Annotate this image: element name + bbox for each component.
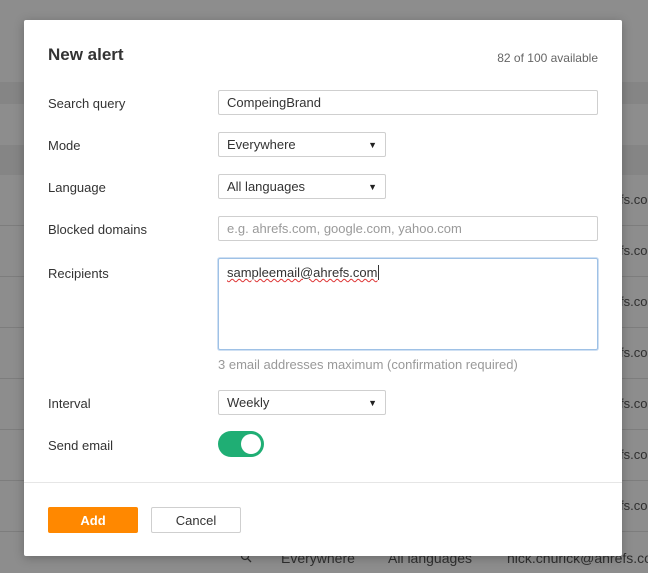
background-row-email: fs.com [620, 396, 648, 411]
background-row-email: fs.com [620, 243, 648, 258]
search-query-label: Search query [48, 96, 126, 111]
mode-selected-value: Everywhere [227, 137, 296, 152]
interval-selected-value: Weekly [227, 395, 270, 410]
text-cursor [378, 265, 380, 280]
alerts-availability: 82 of 100 available [497, 51, 598, 65]
background-row-email: fs.com [620, 192, 648, 207]
language-label: Language [48, 180, 106, 195]
new-alert-dialog: New alert 82 of 100 available Search que… [24, 20, 622, 556]
recipient-email-text: sampleemail@ahrefs.com [227, 265, 378, 280]
search-query-input[interactable]: CompeingBrand [218, 90, 598, 115]
interval-select[interactable]: Weekly ▼ [218, 390, 386, 415]
blocked-domains-input[interactable]: e.g. ahrefs.com, google.com, yahoo.com [218, 216, 598, 241]
send-email-label: Send email [48, 438, 114, 453]
caret-down-icon: ▼ [368, 398, 377, 408]
add-button[interactable]: Add [48, 507, 138, 533]
cancel-button[interactable]: Cancel [151, 507, 241, 533]
background-row-email: fs.com [620, 498, 648, 513]
toggle-knob [241, 434, 261, 454]
language-selected-value: All languages [227, 179, 306, 194]
background-row-email: fs.com [620, 345, 648, 360]
caret-down-icon: ▼ [368, 182, 377, 192]
recipients-label: Recipients [48, 266, 109, 281]
recipients-textarea[interactable]: sampleemail@ahrefs.com [218, 258, 598, 350]
interval-label: Interval [48, 396, 91, 411]
recipients-hint: 3 email addresses maximum (confirmation … [218, 357, 518, 372]
mode-label: Mode [48, 138, 81, 153]
language-select[interactable]: All languages ▼ [218, 174, 386, 199]
blocked-domains-label: Blocked domains [48, 222, 147, 237]
caret-down-icon: ▼ [368, 140, 377, 150]
background-row-email: fs.com [620, 447, 648, 462]
background-row-email: fs.com [620, 294, 648, 309]
mode-select[interactable]: Everywhere ▼ [218, 132, 386, 157]
dialog-title: New alert [48, 45, 124, 64]
footer-divider [24, 482, 622, 483]
send-email-toggle[interactable] [218, 431, 264, 457]
